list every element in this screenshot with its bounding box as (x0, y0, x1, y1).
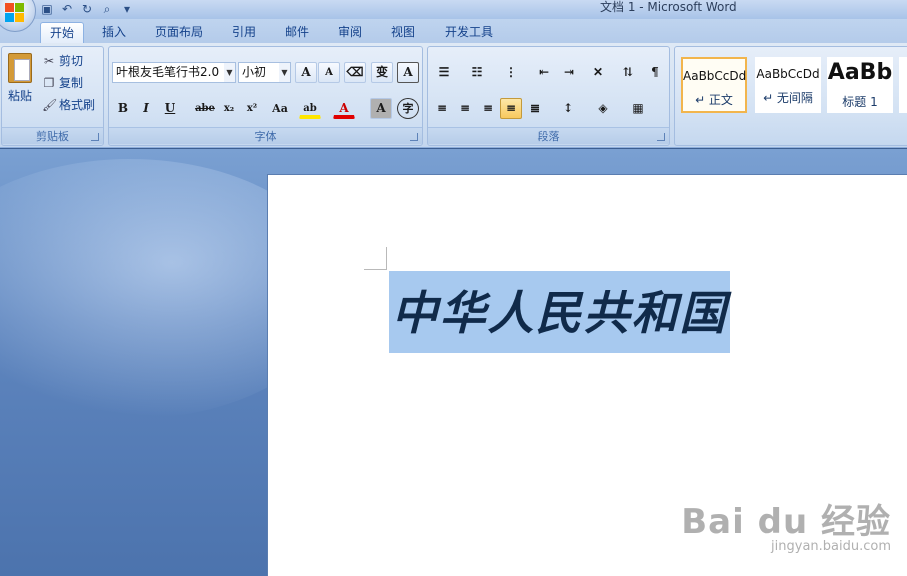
align-left-icon[interactable]: ≡ (431, 98, 453, 119)
increase-indent-icon[interactable]: ⇥ (558, 62, 580, 83)
crop-mark (364, 269, 386, 270)
font-size-combo[interactable]: 小初 ▼ (238, 62, 291, 83)
show-marks-icon[interactable]: ¶ (644, 62, 666, 83)
change-case-button[interactable]: Aa (265, 98, 295, 119)
tab-insert[interactable]: 插入 (94, 22, 134, 43)
align-center-icon[interactable]: ≡ (454, 98, 476, 119)
tab-page-layout[interactable]: 页面布局 (146, 22, 212, 43)
copy-label: 复制 (59, 76, 84, 90)
style-name: 标题 1 (842, 95, 878, 109)
brush-icon: 🖌 (42, 98, 58, 112)
font-group: 叶根友毛笔行书2.0 ▼ 小初 ▼ A A ⌫ 变 A B I U abe x₂… (108, 46, 423, 146)
copy-button[interactable]: ❐ 复制 (42, 74, 83, 92)
tab-home[interactable]: 开始 (40, 22, 84, 43)
office-logo-icon (5, 3, 25, 23)
customize-icon[interactable]: ▾ (120, 2, 134, 16)
paste-label: 粘贴 (7, 89, 32, 103)
paragraph-group: ☰ ☷ ⋮ ⇤ ⇥ ✕ ⇅ ¶ ≡ ≡ ≡ ≡ ≣ ↕ ◈ ▦ 段落 (427, 46, 670, 146)
tab-view[interactable]: 视图 (383, 22, 423, 43)
bullets-icon[interactable]: ☰ (431, 62, 457, 83)
baidu-watermark: Bai du 经验 jingyan.baidu.com (681, 494, 891, 554)
underline-button[interactable]: U (159, 98, 181, 119)
window-title: 文档 1 - Microsoft Word (600, 0, 737, 14)
cut-button[interactable]: ✂ 剪切 (42, 52, 83, 70)
bold-button[interactable]: B (112, 98, 134, 119)
line-spacing-icon[interactable]: ↕ (553, 98, 583, 119)
style-sample: AaBbCcDd (756, 67, 820, 81)
font-size-value: 小初 (242, 65, 267, 79)
font-name-value: 叶根友毛笔行书2.0 (116, 65, 220, 79)
title-bar: ▣ ↶ ↻ ⌕ ▾ 文档 1 - Microsoft Word (0, 0, 907, 32)
document-workspace: 中华人民共和国 Bai du 经验 jingyan.baidu.com (0, 149, 907, 576)
style-normal[interactable]: AaBbCcDd ↵ 正文 (681, 57, 747, 113)
sort-icon[interactable]: ⇅ (617, 62, 639, 83)
style-name: ↵ 正文 (695, 93, 733, 107)
subscript-button[interactable]: x₂ (218, 98, 240, 119)
font-launcher-icon[interactable] (410, 133, 418, 141)
enclose-characters-button[interactable]: 字 (397, 98, 419, 119)
eraser-icon: ⌫ (346, 65, 364, 79)
copy-icon: ❐ (43, 76, 55, 90)
tab-references[interactable]: 引用 (224, 22, 264, 43)
clipboard-group: 粘贴 ✂ 剪切 ❐ 复制 🖌 格式刷 剪贴板 (1, 46, 104, 146)
scissors-icon: ✂ (43, 54, 55, 68)
print-preview-icon[interactable]: ⌕ (100, 2, 114, 16)
chinese-layout-icon[interactable]: ✕ (584, 62, 612, 83)
font-group-label: 字体 (109, 127, 422, 144)
undo-icon[interactable]: ↶ (60, 2, 74, 16)
chevron-down-icon[interactable]: ▼ (224, 63, 235, 82)
shrink-font-button[interactable]: A (318, 62, 340, 83)
ribbon-tabs: 开始 插入 页面布局 引用 邮件 审阅 视图 开发工具 (0, 19, 907, 43)
style-name: ↵ 无间隔 (763, 91, 813, 105)
grow-font-button[interactable]: A (295, 62, 317, 83)
font-color-button[interactable]: A (333, 98, 355, 119)
format-painter-label: 格式刷 (59, 98, 96, 112)
tab-mailings[interactable]: 邮件 (277, 22, 317, 43)
format-painter-button[interactable]: 🖌 格式刷 (42, 96, 95, 114)
clipboard-launcher-icon[interactable] (91, 133, 99, 141)
character-border-button[interactable]: A (397, 62, 419, 83)
paragraph-group-label: 段落 (428, 127, 669, 144)
ribbon: 粘贴 ✂ 剪切 ❐ 复制 🖌 格式刷 剪贴板 叶根友毛笔行书2.0 ▼ 小初 ▼… (0, 43, 907, 148)
styles-group: AaBbCcDd ↵ 正文 AaBbCcDd ↵ 无间隔 AaBb 标题 1 (674, 46, 907, 146)
style-heading-1[interactable]: AaBb 标题 1 (827, 57, 893, 113)
strikethrough-button[interactable]: abe (194, 98, 216, 119)
watermark-logo: Bai du 经验 (681, 502, 891, 542)
borders-icon[interactable]: ▦ (623, 98, 653, 119)
phonetic-guide-button[interactable]: 变 (371, 62, 393, 83)
highlight-button[interactable]: ab (299, 98, 321, 119)
italic-button[interactable]: I (135, 98, 157, 119)
clipboard-icon (8, 53, 32, 83)
tab-review[interactable]: 审阅 (330, 22, 370, 43)
character-shading-button[interactable]: A (370, 98, 392, 119)
superscript-button[interactable]: x² (241, 98, 263, 119)
font-name-combo[interactable]: 叶根友毛笔行书2.0 ▼ (112, 62, 236, 83)
quick-access-toolbar: ▣ ↶ ↻ ⌕ ▾ (40, 0, 134, 18)
paste-button[interactable]: 粘贴 (5, 51, 35, 123)
style-more[interactable] (899, 57, 907, 113)
style-no-spacing[interactable]: AaBbCcDd ↵ 无间隔 (755, 57, 821, 113)
multilevel-list-icon[interactable]: ⋮ (498, 62, 524, 83)
decrease-indent-icon[interactable]: ⇤ (533, 62, 555, 83)
justify-icon[interactable]: ≡ (500, 98, 522, 119)
style-sample: AaBb (827, 60, 893, 85)
numbering-icon[interactable]: ☷ (464, 62, 490, 83)
align-right-icon[interactable]: ≡ (477, 98, 499, 119)
crop-mark (386, 247, 387, 270)
cut-label: 剪切 (59, 54, 84, 68)
chevron-down-icon[interactable]: ▼ (279, 63, 290, 82)
shading-icon[interactable]: ◈ (588, 98, 618, 119)
clear-formatting-button[interactable]: ⌫ (344, 62, 366, 83)
paragraph-launcher-icon[interactable] (657, 133, 665, 141)
save-icon[interactable]: ▣ (40, 2, 54, 16)
redo-icon[interactable]: ↻ (80, 2, 94, 16)
style-sample: AaBbCcDd (683, 69, 747, 83)
document-text[interactable]: 中华人民共和国 (389, 278, 730, 348)
distributed-icon[interactable]: ≣ (524, 98, 546, 119)
clipboard-group-label: 剪贴板 (2, 127, 103, 144)
tab-developer[interactable]: 开发工具 (436, 22, 502, 43)
